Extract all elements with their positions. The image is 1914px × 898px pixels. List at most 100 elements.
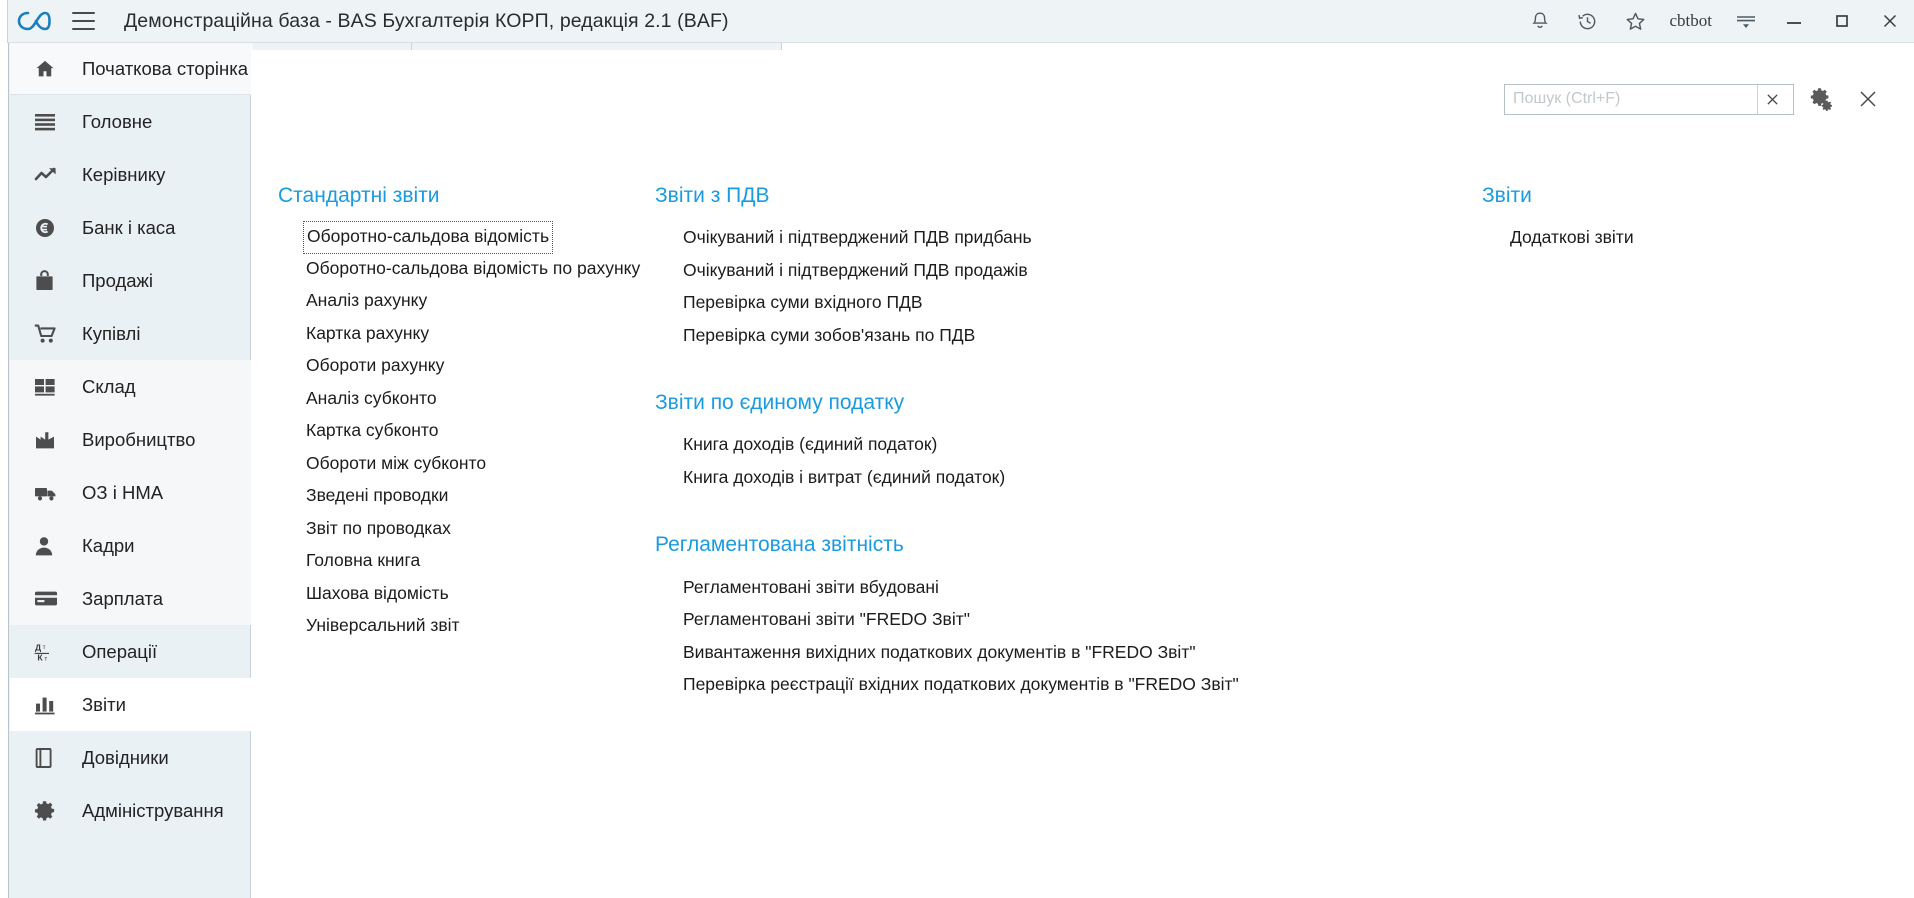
sidebar-item-label: Купівлі: [82, 322, 141, 344]
hamburger-menu-icon[interactable]: [60, 0, 106, 43]
sidebar-item-operatsii[interactable]: Дт Кт Операції: [10, 625, 251, 678]
group-title: Регламентована звітність: [655, 533, 904, 557]
sidebar-item-label: Банк і каса: [82, 216, 176, 238]
search-box[interactable]: [1504, 83, 1794, 115]
group-items: Очікуваний і підтверджений ПДВ придбань …: [655, 222, 1262, 352]
group-title: Звіти по єдиному податку: [655, 391, 905, 415]
svg-text:т: т: [43, 644, 46, 651]
window-title: Демонстраційна база - BAS Бухгалтерія КО…: [124, 9, 729, 32]
user-label[interactable]: cbtbot: [1660, 11, 1723, 31]
tab-segment[interactable]: [412, 43, 782, 50]
group-title: Звіти з ПДВ: [655, 184, 770, 207]
sidebar-item-label: Звіти: [82, 693, 126, 715]
report-link[interactable]: Оборотно-сальдова відомість: [302, 221, 554, 254]
shopping-bag-icon: [34, 269, 64, 292]
group-items: Оборотно-сальдова відомість Оборотно-сал…: [278, 221, 642, 643]
factory-icon: [34, 430, 64, 450]
column-reports: Звіти Додаткові звіти: [1262, 183, 1662, 732]
sidebar-item-label: Довідники: [82, 746, 169, 768]
report-link[interactable]: Книга доходів і витрат (єдиний податок): [681, 462, 1007, 495]
report-link[interactable]: Перевірка суми вхідного ПДВ: [681, 287, 925, 320]
report-link[interactable]: Перевірка суми зобов'язань по ПДВ: [681, 320, 977, 353]
report-link[interactable]: Аналіз рахунку: [304, 285, 429, 318]
group-regulated-reporting: Регламентована звітність Регламентовані …: [655, 532, 1262, 701]
report-link[interactable]: Регламентовані звіти "FREDO Звіт": [681, 604, 972, 637]
sidebar-item-zvity[interactable]: Звіти: [10, 678, 251, 731]
tab-strip: [252, 43, 1914, 50]
sidebar-item-label: ОЗ і НМА: [82, 481, 164, 503]
report-link[interactable]: Шахова відомість: [304, 578, 451, 611]
report-link[interactable]: Універсальний звіт: [304, 610, 462, 643]
close-icon[interactable]: [1866, 0, 1914, 43]
person-icon: [34, 535, 64, 557]
star-icon[interactable]: [1612, 0, 1660, 43]
report-link[interactable]: Очікуваний і підтверджений ПДВ продажів: [681, 255, 1030, 288]
report-link[interactable]: Додаткові звіти: [1508, 222, 1636, 255]
sidebar-item-oz-nma[interactable]: ОЗ і НМА: [10, 466, 251, 519]
titlebar-left-edge: [0, 0, 8, 43]
report-link[interactable]: Оборотно-сальдова відомість по рахунку: [304, 253, 642, 286]
sidebar-item-home[interactable]: Початкова сторінка: [10, 43, 251, 95]
report-link[interactable]: Картка рахунку: [304, 318, 431, 351]
report-link[interactable]: Картка субконто: [304, 415, 440, 448]
sidebar-left-edge: [0, 43, 9, 898]
sidebar-item-label: Адміністрування: [82, 799, 224, 821]
search-input[interactable]: [1511, 85, 1757, 113]
tab-segment[interactable]: [252, 43, 412, 50]
sidebar-item-bank-kasa[interactable]: Банк і каса: [10, 201, 251, 254]
sidebar-item-zarplata[interactable]: Зарплата: [10, 572, 251, 625]
infinity-logo-icon: [8, 0, 60, 43]
clear-x-icon[interactable]: [1757, 84, 1787, 114]
column-vat-and-regulated: Звіти з ПДВ Очікуваний і підтверджений П…: [642, 183, 1262, 732]
gear-icon: [34, 799, 64, 822]
report-link[interactable]: Аналіз субконто: [304, 383, 439, 416]
report-link[interactable]: Регламентовані звіти вбудовані: [681, 572, 941, 605]
report-link[interactable]: Обороти рахунку: [304, 350, 446, 383]
close-panel-icon[interactable]: [1846, 81, 1890, 117]
report-link[interactable]: Звіт по проводках: [304, 513, 453, 546]
sidebar-item-dovidnyky[interactable]: Довідники: [10, 731, 251, 784]
sidebar: Початкова сторінка Головне Керівнику Бан…: [0, 43, 251, 898]
sidebar-item-sklad[interactable]: Склад: [10, 360, 251, 413]
report-link[interactable]: Зведені проводки: [304, 480, 450, 513]
sidebar-item-label: Операції: [82, 640, 158, 662]
bell-icon[interactable]: [1516, 0, 1564, 43]
group-single-tax-reports: Звіти по єдиному податку Книга доходів (…: [655, 390, 1262, 494]
sidebar-item-kadry[interactable]: Кадри: [10, 519, 251, 572]
group-items: Регламентовані звіти вбудовані Регламент…: [655, 572, 1262, 702]
gear-settings-icon[interactable]: [1798, 81, 1842, 117]
menu-more-icon[interactable]: [1722, 0, 1770, 43]
sidebar-item-kerivnyku[interactable]: Керівнику: [10, 148, 251, 201]
report-link[interactable]: Очікуваний і підтверджений ПДВ придбань: [681, 222, 1034, 255]
debit-credit-icon: Дт Кт: [34, 641, 64, 663]
sidebar-item-label: Початкова сторінка: [82, 57, 249, 79]
title-bar: Демонстраційна база - BAS Бухгалтерія КО…: [0, 0, 1914, 43]
group-items: Додаткові звіти: [1482, 222, 1662, 255]
sidebar-item-label: Кадри: [82, 534, 135, 556]
group-vat-reports: Звіти з ПДВ Очікуваний і підтверджений П…: [655, 183, 1262, 352]
svg-text:т: т: [44, 655, 47, 662]
column-standard-reports: Стандартні звіти Оборотно-сальдова відом…: [252, 183, 642, 732]
group-reports: Звіти Додаткові звіти: [1482, 183, 1662, 255]
trend-up-icon: [34, 166, 64, 184]
group-title: Стандартні звіти: [278, 184, 440, 207]
sidebar-item-label: Керівнику: [82, 163, 166, 185]
minimize-icon[interactable]: [1770, 0, 1818, 43]
group-items: Книга доходів (єдиний податок) Книга дох…: [655, 429, 1262, 494]
report-link[interactable]: Книга доходів (єдиний податок): [681, 429, 939, 462]
sidebar-item-label: Виробництво: [82, 428, 196, 450]
sidebar-item-golovne[interactable]: Головне: [10, 95, 251, 148]
sidebar-item-label: Зарплата: [82, 587, 164, 609]
content-area: Стандартні звіти Оборотно-сальдова відом…: [252, 43, 1914, 898]
sidebar-item-vyrobnytstvo[interactable]: Виробництво: [10, 413, 251, 466]
history-clock-icon[interactable]: [1564, 0, 1612, 43]
sidebar-item-prodazhi[interactable]: Продажі: [10, 254, 251, 307]
report-link[interactable]: Обороти між субконто: [304, 448, 488, 481]
maximize-icon[interactable]: [1818, 0, 1866, 43]
svg-text:Д: Д: [35, 642, 41, 652]
report-link[interactable]: Перевірка реєстрації вхідних податкових …: [681, 669, 1241, 702]
sidebar-item-administruvannia[interactable]: Адміністрування: [10, 784, 251, 837]
report-link[interactable]: Головна книга: [304, 545, 422, 578]
sidebar-item-kupivli[interactable]: Купівлі: [10, 307, 251, 360]
report-link[interactable]: Вивантаження вихідних податкових докумен…: [681, 637, 1198, 670]
